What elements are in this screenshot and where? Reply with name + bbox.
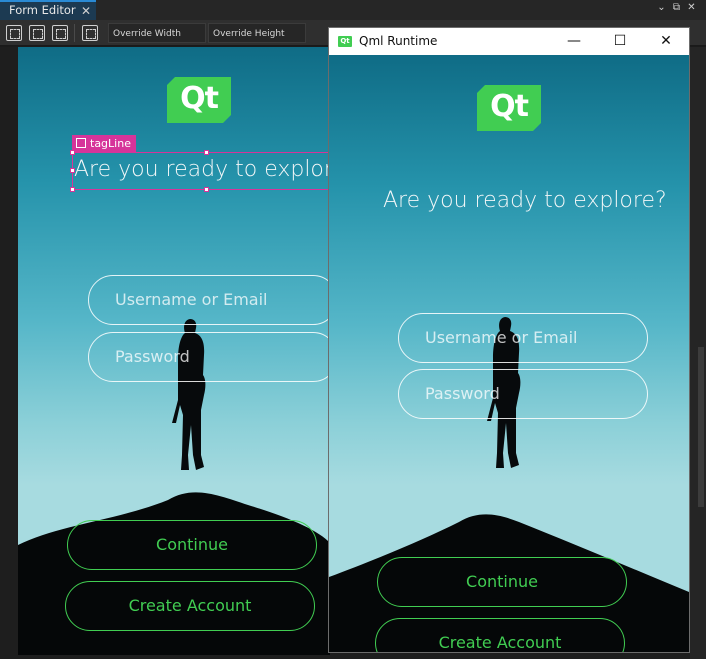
anchor-tool-icon[interactable] [29, 25, 45, 41]
selection-box[interactable] [72, 152, 342, 190]
snap-tool-icon[interactable] [52, 25, 68, 41]
override-width-field[interactable]: Override Width [108, 23, 206, 43]
continue-button[interactable]: Continue [377, 557, 627, 607]
resize-handle[interactable] [70, 187, 75, 192]
scrollbar-thumb[interactable] [698, 347, 704, 507]
create-account-button[interactable]: Create Account [65, 581, 315, 631]
resize-handle[interactable] [70, 150, 75, 155]
runtime-view: Qt Are you ready to explore? Username or… [329, 55, 689, 652]
chevron-down-icon[interactable]: ⌄ [654, 2, 669, 13]
editor-scrollbar[interactable] [690, 47, 706, 659]
continue-button[interactable]: Continue [67, 520, 317, 570]
minimize-button[interactable]: — [551, 28, 597, 55]
panel-window-controls: ⌄ ⧉ ✕ [654, 2, 704, 18]
qml-runtime-window[interactable]: Qt Qml Runtime — ☐ ✕ Qt Are you ready to… [328, 27, 690, 653]
qt-logo: Qt [167, 77, 231, 123]
override-height-field[interactable]: Override Height [208, 23, 306, 43]
show-bounds-icon[interactable] [82, 25, 98, 41]
tab-form-editor-label: Form Editor [9, 3, 76, 17]
close-panel-icon[interactable]: ✕ [684, 2, 699, 13]
selection-label-text: tagLine [90, 137, 131, 150]
create-account-button[interactable]: Create Account [375, 618, 625, 652]
password-field[interactable]: Password [398, 369, 648, 419]
toolbar-divider [74, 24, 75, 42]
resize-handle[interactable] [204, 187, 209, 192]
editor-tab-bar: Form Editor ✕ ⌄ ⧉ ✕ [0, 0, 706, 20]
close-button[interactable]: ✕ [643, 28, 689, 55]
split-icon[interactable]: ⧉ [669, 2, 684, 13]
window-title: Qml Runtime [359, 34, 438, 48]
select-tool-icon[interactable] [6, 25, 22, 41]
resize-handle[interactable] [70, 168, 75, 173]
item-icon [76, 138, 86, 148]
form-design-surface[interactable]: Qt Are you ready to explore? Username or… [18, 47, 330, 655]
resize-handle[interactable] [204, 150, 209, 155]
tab-form-editor[interactable]: Form Editor ✕ [0, 0, 96, 20]
maximize-button[interactable]: ☐ [597, 28, 643, 55]
tagline-text: Are you ready to explore? [383, 188, 667, 213]
username-field[interactable]: Username or Email [398, 313, 648, 363]
username-field[interactable]: Username or Email [88, 275, 330, 325]
qml-title-bar[interactable]: Qt Qml Runtime — ☐ ✕ [329, 28, 689, 55]
qt-logo: Qt [477, 85, 541, 131]
selection-label[interactable]: tagLine [72, 135, 136, 152]
password-field[interactable]: Password [88, 332, 330, 382]
qt-app-icon: Qt [338, 36, 352, 47]
close-icon[interactable]: ✕ [79, 4, 93, 18]
